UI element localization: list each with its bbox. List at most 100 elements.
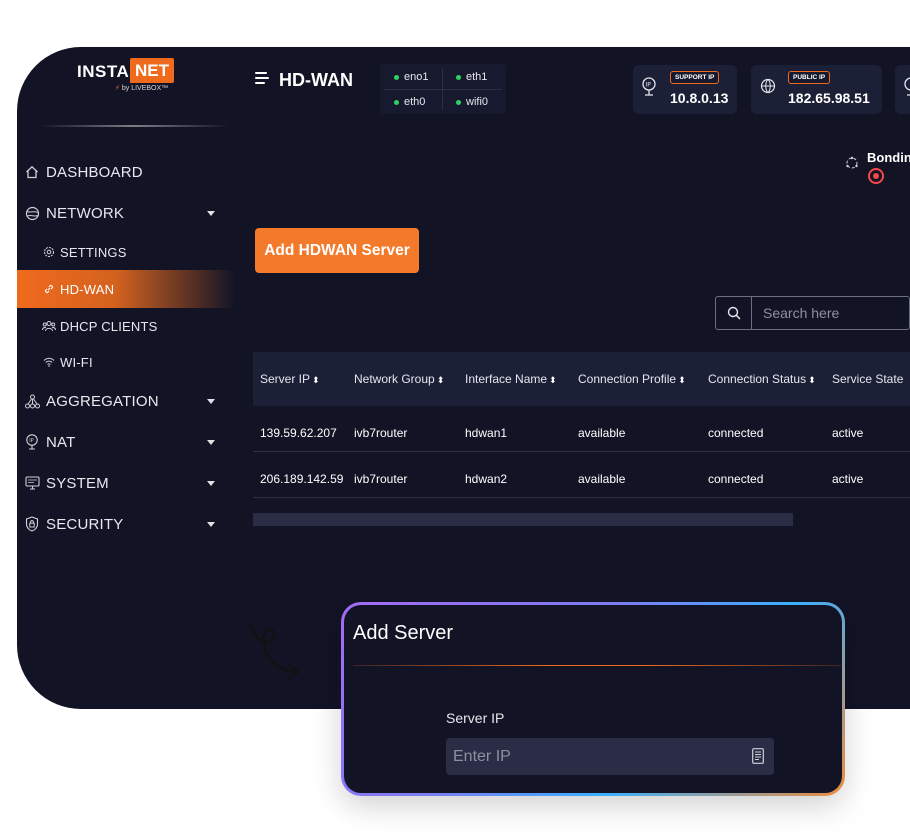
status-dot-icon — [456, 74, 461, 80]
public-ip-card: PUBLIC IP 182.65.98.51 — [751, 65, 882, 114]
users-icon — [41, 318, 57, 334]
sidebar-item-wifi[interactable]: WI-FI — [17, 344, 235, 380]
brand-logo: INSTA NET ⚡ by LIVEBOX™ — [77, 58, 174, 94]
chevron-down-icon — [207, 521, 215, 527]
server-ip-input[interactable] — [446, 738, 774, 775]
cell-interface-name: hdwan1 — [465, 426, 508, 440]
brand-by-text: by LIVEBOX™ — [121, 85, 169, 92]
sort-icon: ⬍ — [549, 375, 557, 385]
cell-connection-profile: available — [578, 472, 626, 486]
cell-connection-status: connected — [708, 426, 764, 440]
interface-status-panel: eno1 eth1 eth0 wifi0 — [380, 64, 506, 114]
column-header-interface-name[interactable]: Interface Name ⬍ — [465, 372, 557, 386]
cell-network-group: ivb7router — [354, 472, 408, 486]
curved-arrow-icon — [248, 622, 300, 680]
chevron-down-icon — [207, 398, 215, 404]
bolt-icon: ⚡ — [115, 85, 120, 92]
column-header-server-ip[interactable]: Server IP ⬍ — [260, 372, 320, 386]
sidebar-item-security[interactable]: SECURITY — [17, 506, 235, 542]
lock-icon — [24, 516, 40, 532]
link-icon — [41, 281, 57, 297]
column-header-service-state[interactable]: Service State — [832, 372, 903, 386]
svg-text:IP: IP — [646, 81, 652, 88]
brand-byline: ⚡ by LIVEBOX™ — [115, 84, 168, 92]
cell-service-state: active — [832, 472, 864, 486]
sidebar-item-dhcp-clients[interactable]: DHCP CLIENTS — [17, 308, 235, 344]
interface-wifi0: wifi0 — [456, 96, 488, 108]
modal-title: Add Server — [353, 622, 454, 644]
column-label: Server IP — [260, 372, 311, 386]
home-icon — [24, 164, 40, 180]
cell-server-ip: 206.189.142.59 — [260, 472, 344, 486]
sidebar-item-aggregation[interactable]: AGGREGATION — [17, 383, 235, 419]
interface-eth1: eth1 — [456, 71, 487, 83]
table-header: Server IP ⬍ Network Group ⬍ Interface Name… — [253, 352, 910, 406]
cell-server-ip: 139.59.62.207 — [260, 426, 337, 440]
sort-icon: ⬍ — [436, 375, 445, 385]
column-label: Connection Profile — [578, 372, 677, 386]
sidebar-item-label: NAT — [46, 433, 76, 451]
table-row[interactable]: 139.59.62.207 ivb7router hdwan1 availabl… — [253, 406, 910, 452]
column-label: Service State — [832, 372, 904, 386]
ip-pin-icon: IP — [641, 77, 659, 99]
sidebar-item-dashboard[interactable]: DASHBOARD — [17, 154, 235, 190]
sidebar-item-label: SETTINGS — [60, 244, 127, 260]
chevron-down-icon — [207, 439, 215, 445]
public-ip-value: 182.65.98.51 — [788, 90, 870, 106]
ip-pin-icon: IP — [24, 434, 40, 450]
sidebar-item-label: AGGREGATION — [46, 392, 159, 410]
page-title: HD-WAN — [279, 70, 353, 90]
sidebar-item-hd-wan[interactable]: HD-WAN — [17, 270, 235, 308]
sidebar-item-system[interactable]: SYSTEM — [17, 465, 235, 501]
modal-body: Add Server Server IP — [344, 605, 842, 793]
search-input[interactable] — [753, 297, 910, 329]
support-ip-value: 10.8.0.13 — [670, 90, 729, 106]
sidebar-item-label: WI-FI — [60, 354, 93, 370]
monitor-icon — [24, 475, 40, 491]
column-header-connection-status[interactable]: Connection Status ⬍ — [708, 372, 816, 386]
sidebar-item-label: DASHBOARD — [46, 163, 143, 181]
column-header-network-group[interactable]: Network Group ⬍ — [354, 372, 444, 386]
sidebar-item-label: DHCP CLIENTS — [60, 318, 158, 334]
interface-label: eth1 — [466, 71, 488, 83]
menu-toggle-icon[interactable] — [255, 72, 269, 84]
sort-icon: ⬍ — [312, 375, 320, 385]
interface-eth0: eth0 — [394, 96, 425, 108]
sidebar-item-settings[interactable]: SETTINGS — [17, 234, 235, 270]
sort-icon: ⬍ — [678, 375, 686, 385]
cell-network-group: ivb7router — [354, 426, 408, 440]
public-ip-badge: PUBLIC IP — [788, 71, 831, 84]
sidebar-item-label: SECURITY — [46, 515, 124, 533]
document-list-icon — [752, 748, 764, 764]
cell-service-state: active — [832, 426, 864, 440]
sidebar-item-label: HD-WAN — [60, 281, 115, 297]
search-icon[interactable] — [716, 297, 752, 329]
chevron-down-icon — [207, 480, 215, 486]
network-tree-icon — [24, 393, 40, 409]
sidebar-item-network[interactable]: NETWORK — [17, 195, 235, 231]
sidebar: INSTA NET ⚡ by LIVEBOX™ DASHBOARD NETWOR… — [17, 47, 235, 709]
bonding-toggle[interactable] — [868, 168, 884, 184]
interface-label: eth0 — [404, 96, 426, 108]
sidebar-item-label: NETWORK — [46, 204, 125, 222]
interface-eno1: eno1 — [394, 71, 428, 83]
add-server-modal: Add Server Server IP — [341, 602, 845, 796]
column-label: Connection Status — [708, 372, 807, 386]
table-row[interactable]: 206.189.142.59 ivb7router hdwan2 availab… — [253, 452, 910, 498]
column-label: Network Group — [354, 372, 435, 386]
sidebar-item-nat[interactable]: IP NAT — [17, 424, 235, 460]
support-ip-card: IP SUPPORT IP 10.8.0.13 — [633, 65, 737, 114]
cell-connection-profile: available — [578, 426, 626, 440]
add-hdwan-server-button[interactable]: Add HDWAN Server — [255, 228, 419, 273]
status-dot-icon — [394, 99, 399, 105]
support-ip-badge: SUPPORT IP — [670, 71, 720, 84]
gear-icon — [41, 244, 57, 260]
column-header-connection-profile[interactable]: Connection Profile ⬍ — [578, 372, 686, 386]
globe-network-icon — [759, 77, 777, 99]
bonding-label: Bondin — [867, 150, 910, 165]
svg-text:IP: IP — [29, 438, 34, 444]
search-box — [715, 296, 910, 330]
interface-label: wifi0 — [466, 96, 489, 108]
chevron-down-icon — [207, 210, 215, 216]
horizontal-scrollbar[interactable] — [253, 513, 793, 526]
